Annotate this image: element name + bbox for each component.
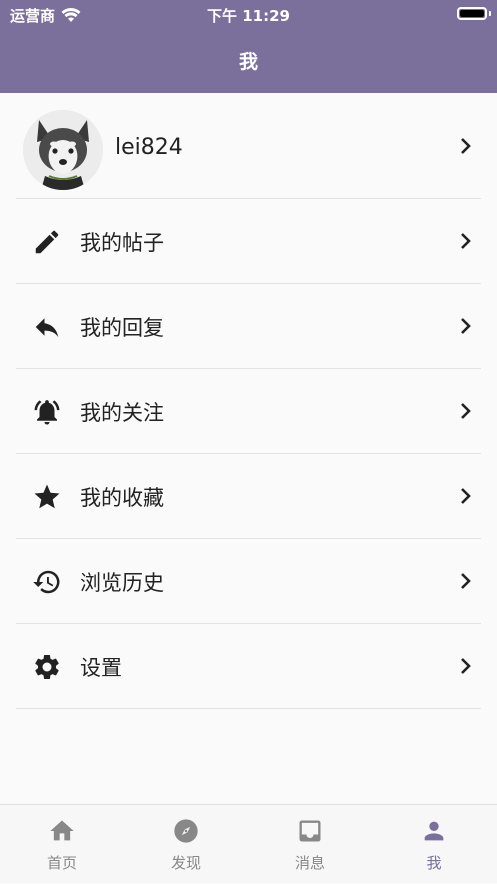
status-bar: 运营商 下午 11:29 — [0, 0, 497, 28]
username: lei824 — [115, 135, 183, 160]
bell-ring-icon — [34, 400, 60, 425]
husky-avatar-image — [23, 110, 103, 190]
star-icon — [34, 484, 60, 509]
chevron-right-icon — [461, 138, 471, 154]
inbox-icon — [299, 820, 321, 842]
chevron-right-icon — [461, 403, 471, 419]
menu-item-my-replies[interactable]: 我的回复 — [16, 284, 481, 369]
home-icon — [50, 820, 74, 841]
tab-home[interactable]: 首页 — [0, 805, 124, 884]
history-icon — [33, 570, 60, 594]
tab-label: 我 — [426, 854, 442, 872]
gear-icon — [35, 654, 59, 679]
menu-item-label: 我的收藏 — [80, 486, 164, 510]
menu-item-my-follows[interactable]: 我的关注 — [16, 369, 481, 454]
battery-tip — [489, 11, 491, 16]
compass-icon — [174, 819, 198, 843]
status-time: 下午 11:29 — [207, 7, 290, 25]
chevron-right-icon — [461, 488, 471, 504]
menu-item-my-posts[interactable]: 我的帖子 — [16, 199, 481, 284]
tab-label: 消息 — [294, 854, 325, 872]
tab-label: 首页 — [46, 854, 77, 872]
menu-item-my-favorites[interactable]: 我的收藏 — [16, 454, 481, 539]
menu-item-label: 我的帖子 — [80, 231, 164, 255]
pencil-icon — [35, 230, 59, 254]
reply-icon — [35, 318, 59, 337]
tab-label: 发现 — [170, 854, 201, 872]
app-header: 运营商 下午 11:29 我 — [0, 0, 497, 93]
avatar — [23, 110, 103, 190]
menu-item-label: 浏览历史 — [80, 571, 164, 595]
tab-messages[interactable]: 消息 — [248, 805, 372, 884]
tab-discover[interactable]: 发现 — [124, 805, 248, 884]
chevron-right-icon — [461, 233, 471, 249]
chevron-right-icon — [461, 658, 471, 674]
bottom-tab-bar: 首页 发现 消息 我 — [0, 804, 497, 883]
page-title: 我 — [238, 51, 258, 73]
chevron-right-icon — [461, 318, 471, 334]
profile-row[interactable]: lei824 — [16, 93, 481, 199]
menu-item-label: 我的关注 — [80, 401, 164, 425]
menu-item-settings[interactable]: 设置 — [16, 624, 481, 709]
menu-item-label: 我的回复 — [80, 316, 164, 340]
menu-item-history[interactable]: 浏览历史 — [16, 539, 481, 624]
person-icon — [424, 821, 444, 841]
battery-icon — [457, 7, 487, 20]
tab-me[interactable]: 我 — [372, 805, 496, 884]
menu-item-label: 设置 — [80, 656, 122, 680]
chevron-right-icon — [461, 573, 471, 589]
